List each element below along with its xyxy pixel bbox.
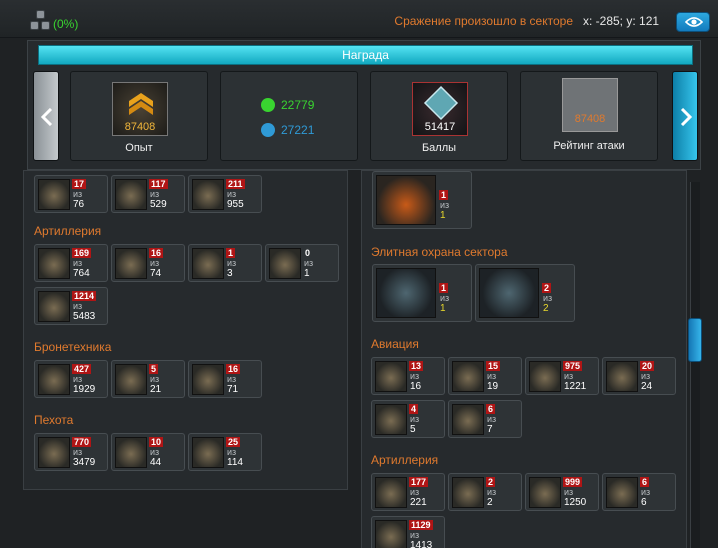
section-title-armor: Бронетехника [34, 340, 112, 354]
unit-card[interactable]: 16 из 71 [188, 360, 262, 398]
unit-image [376, 268, 436, 318]
credits-resource: 27221 [261, 123, 314, 137]
section-title-artillery-defender: Артиллерия [371, 453, 439, 467]
unit-card[interactable]: 6 из 7 [448, 400, 522, 438]
unit-card[interactable]: 211 из 955 [188, 175, 262, 213]
unit-image [115, 248, 147, 279]
section-title-aviation: Авиация [371, 337, 419, 351]
unit-image [375, 404, 407, 435]
unit-card[interactable]: 13 из 16 [371, 357, 445, 395]
scrollbar-thumb[interactable] [688, 318, 702, 362]
unit-image [115, 364, 147, 395]
reward-card-resources: 22779 27221 [220, 71, 358, 161]
unit-card[interactable]: 770 из 3479 [34, 433, 108, 471]
unit-card[interactable]: 16 из 74 [111, 244, 185, 282]
unit-image [38, 437, 70, 468]
unit-image [376, 175, 436, 225]
unit-card[interactable]: 1 из 3 [188, 244, 262, 282]
unit-image [375, 520, 407, 548]
unit-card[interactable]: 25 из 114 [188, 433, 262, 471]
unit-card[interactable]: 17 из 76 [34, 175, 108, 213]
reward-title: Награда [38, 45, 693, 65]
reward-panel: Награда 87408 Опыт 22779 27221 51417 Бал… [27, 40, 701, 170]
section-title-elite-guard: Элитная охрана сектора [371, 245, 508, 259]
unit-image [375, 477, 407, 508]
unit-card[interactable]: 1 из 1 [372, 171, 472, 229]
unit-card[interactable]: 10 из 44 [111, 433, 185, 471]
scrollbar-track[interactable] [690, 182, 700, 548]
reward-label-experience: Опыт [125, 142, 153, 154]
unit-card[interactable]: 117 из 529 [111, 175, 185, 213]
unit-image [38, 291, 70, 322]
unit-image [479, 268, 539, 318]
reward-card-points: 51417 Баллы [370, 71, 508, 161]
unit-card[interactable]: 15 из 19 [448, 357, 522, 395]
chevron-right-icon [680, 108, 693, 126]
rating-icon: 87408 [562, 78, 618, 132]
unit-image [606, 361, 638, 392]
unit-card[interactable]: 6 из 6 [602, 473, 676, 511]
unit-image [38, 248, 70, 279]
unit-image [375, 361, 407, 392]
eye-icon [685, 17, 703, 27]
radiation-resource: 22779 [261, 98, 314, 112]
unit-image [192, 437, 224, 468]
unit-card[interactable]: 427 из 1929 [34, 360, 108, 398]
reward-card-experience: 87408 Опыт [70, 71, 208, 161]
defender-units-panel: 1 из 1 Элитная охрана сектора 1 из 1 2 из 2 Ав… [361, 170, 687, 548]
crystal-icon: 51417 [412, 82, 468, 136]
reward-card-attack-rating: 87408 Рейтинг атаки [520, 71, 658, 161]
unit-image [452, 404, 484, 435]
unit-card[interactable]: 1 из 1 [372, 264, 472, 322]
unit-image [192, 179, 224, 210]
chevron-left-icon [40, 108, 53, 126]
unit-card[interactable]: 2 из 2 [448, 473, 522, 511]
unit-image [452, 477, 484, 508]
unit-card[interactable]: 177 из 221 [371, 473, 445, 511]
unit-card[interactable]: 4 из 5 [371, 400, 445, 438]
dice-icon [30, 10, 52, 32]
sector-coords: x: -285; y: 121 [583, 14, 660, 28]
unit-image [529, 477, 561, 508]
unit-card[interactable]: 169 из 764 [34, 244, 108, 282]
next-reward-button[interactable] [672, 71, 698, 161]
radiation-icon [261, 98, 275, 112]
unit-image [269, 248, 301, 279]
unit-card[interactable]: 20 из 24 [602, 357, 676, 395]
unit-image [192, 248, 224, 279]
unit-card[interactable]: 1214 из 5483 [34, 287, 108, 325]
unit-card[interactable]: 1129 из 1413 [371, 516, 445, 548]
credits-icon [261, 123, 275, 137]
top-bar: (0%) Сражение произошло в секторе x: -28… [0, 0, 718, 38]
unit-card[interactable]: 0 из 1 [265, 244, 339, 282]
unit-card[interactable]: 999 из 1250 [525, 473, 599, 511]
unit-card[interactable]: 975 из 1221 [525, 357, 599, 395]
attacker-units-panel: 17 из 76 117 из 529 211 из 955 Артиллерия 169 и… [23, 170, 348, 490]
unit-card[interactable]: 2 из 2 [475, 264, 575, 322]
view-sector-button[interactable] [676, 12, 710, 32]
unit-image [606, 477, 638, 508]
unit-image [529, 361, 561, 392]
unit-image [38, 364, 70, 395]
unit-card[interactable]: 5 из 21 [111, 360, 185, 398]
reward-label-points: Баллы [421, 142, 457, 154]
reward-label-attack-rating: Рейтинг атаки [553, 140, 625, 152]
percent-indicator: (0%) [53, 17, 79, 31]
section-title-infantry: Пехота [34, 413, 74, 427]
unit-image [115, 179, 147, 210]
unit-image [38, 179, 70, 210]
unit-image [192, 364, 224, 395]
unit-image [452, 361, 484, 392]
section-title-artillery: Артиллерия [34, 224, 102, 238]
battle-info: Сражение произошло в секторе [394, 14, 573, 28]
prev-reward-button[interactable] [33, 71, 59, 161]
rank-chevron-icon: 87408 [112, 82, 168, 136]
unit-image [115, 437, 147, 468]
